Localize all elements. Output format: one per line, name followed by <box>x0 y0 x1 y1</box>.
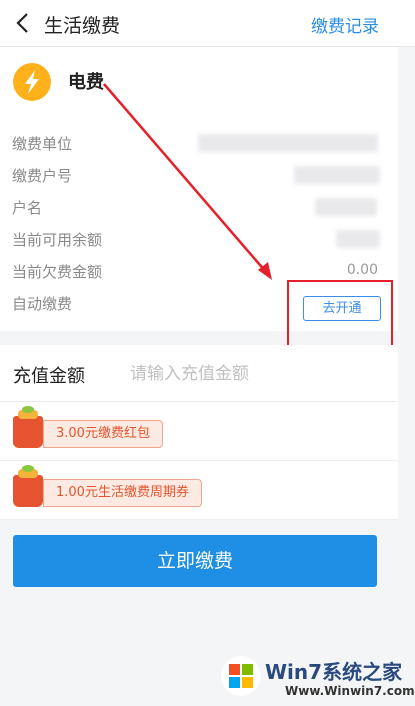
highlight-box <box>287 280 393 350</box>
back-button[interactable] <box>8 5 36 41</box>
payment-records-link[interactable]: 缴费记录 <box>311 12 379 37</box>
detail-row-name: 户名 <box>12 191 392 223</box>
detail-label: 当前可用余额 <box>12 231 103 249</box>
top-navbar: 生活缴费 缴费记录 <box>0 0 415 47</box>
windows-logo-icon <box>221 656 261 696</box>
lightning-icon <box>13 63 51 101</box>
red-packet-icon <box>13 406 43 448</box>
detail-label: 自动缴费 <box>12 295 73 313</box>
detail-label: 缴费单位 <box>12 135 73 153</box>
coupon-item[interactable]: 3.00元缴费红包 <box>0 402 398 461</box>
detail-row-account: 缴费户号 <box>12 159 392 191</box>
service-name: 电费 <box>68 72 104 93</box>
detail-label: 户名 <box>12 199 43 217</box>
site-watermark: Win7系统之家 Www.Winwin7.com <box>215 650 415 706</box>
detail-row-balance: 当前可用余额 <box>12 223 392 255</box>
arrears-value: 0.00 <box>346 262 378 278</box>
amount-label: 充值金额 <box>13 366 85 387</box>
redacted-value <box>336 230 380 248</box>
amount-section: 充值金额 <box>0 345 398 402</box>
detail-label: 缴费户号 <box>12 167 73 185</box>
detail-label: 当前欠费金额 <box>12 263 103 281</box>
coupon-label: 3.00元缴费红包 <box>43 420 163 448</box>
redacted-value <box>294 166 380 184</box>
watermark-brand: Win7系统之家 <box>265 660 403 684</box>
redacted-value <box>198 134 378 152</box>
amount-input[interactable] <box>128 358 362 390</box>
coupon-item[interactable]: 1.00元生活缴费周期券 <box>0 461 398 520</box>
page-title: 生活缴费 <box>44 15 121 37</box>
chevron-left-icon <box>16 13 28 33</box>
watermark-url: Www.Winwin7.com <box>285 684 415 698</box>
red-packet-icon <box>13 465 43 507</box>
pay-now-button[interactable]: 立即缴费 <box>13 535 377 587</box>
redacted-value <box>315 198 377 216</box>
detail-row-unit: 缴费单位 <box>12 127 392 159</box>
coupon-label: 1.00元生活缴费周期券 <box>43 479 202 507</box>
